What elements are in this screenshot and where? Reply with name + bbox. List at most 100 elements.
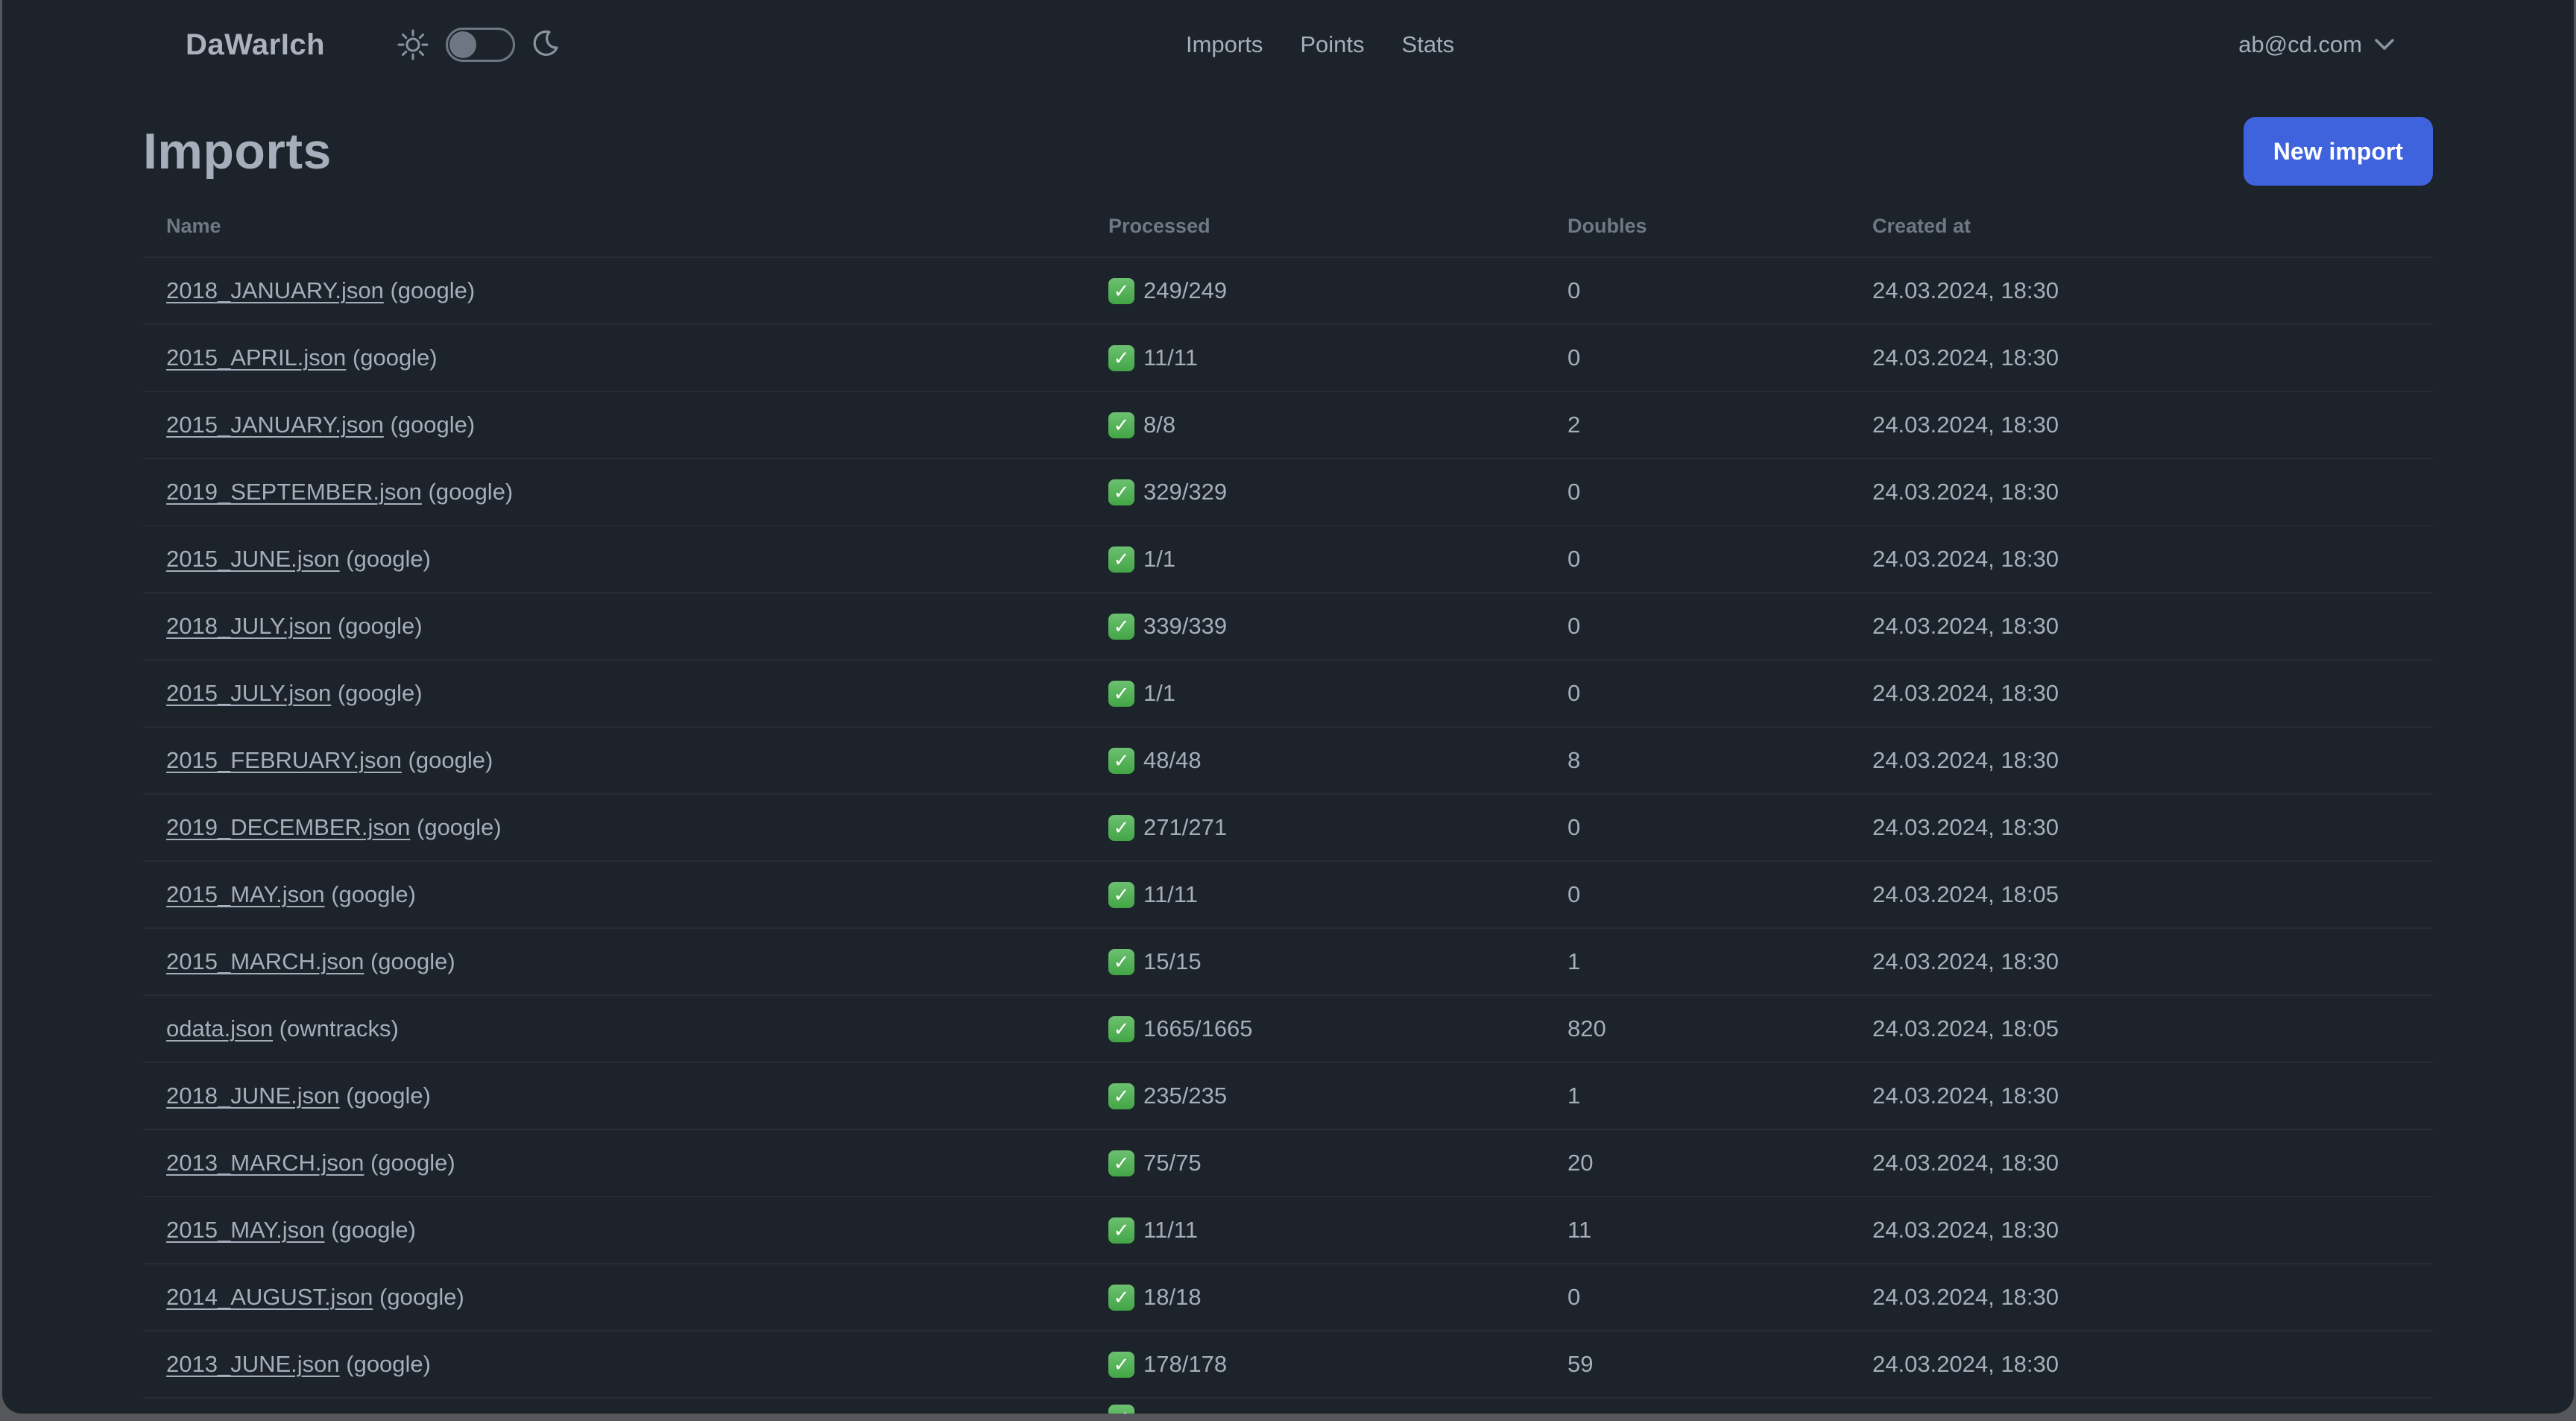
doubles-cell: 0 <box>1568 613 1581 639</box>
import-file-link[interactable]: 2013_JUNE.json <box>166 1351 340 1377</box>
success-check-icon: ✓ <box>1108 546 1134 573</box>
import-source-label: (google) <box>324 1217 416 1243</box>
created-at-cell: 24.03.2024, 18:30 <box>1872 344 2059 371</box>
created-at-cell: 24.03.2024, 18:30 <box>1872 948 2059 974</box>
table-row: odata.json (owntracks) ✓ 1665/1665 820 24.03… <box>143 995 2433 1062</box>
import-file-link[interactable]: 2019_DECEMBER.json <box>166 814 410 840</box>
doubles-cell: 0 <box>1568 277 1581 303</box>
nav-item-points[interactable]: Points <box>1300 31 1364 58</box>
import-name-cell: odata.json (owntracks) <box>143 1015 1108 1042</box>
doubles-cell: 0 <box>1568 546 1581 572</box>
import-name-cell: 2015_FEBRUARY.json (google) <box>143 747 1108 774</box>
doubles-cell: 0 <box>1568 680 1581 706</box>
imports-table-body: 2018_JANUARY.json (google) ✓ 249/249 0 24.03… <box>143 256 2433 1414</box>
import-name-cell: 2019_SEPTEMBER.json (google) <box>143 479 1108 505</box>
processed-count: 329/329 <box>1143 479 1228 505</box>
import-file-link[interactable]: 2015_JUNE.json <box>166 546 340 572</box>
column-header-processed: Processed <box>1108 214 1210 237</box>
import-file-link[interactable]: 2015_MAY.json <box>166 1217 325 1243</box>
processed-cell: ✓ 339/339 <box>1108 613 1568 640</box>
success-check-icon: ✓ <box>1108 412 1134 438</box>
processed-count: 178/178 <box>1143 1351 1228 1377</box>
created-at-cell: 24.03.2024, 18:30 <box>1872 613 2059 639</box>
table-row: 2014_AUGUST.json (google) ✓ 18/18 0 24.03.20… <box>143 1263 2433 1330</box>
import-file-link[interactable]: 2018_JULY.json <box>166 613 331 639</box>
page-title: Imports <box>143 123 332 180</box>
processed-cell: ✓ 329/329 <box>1108 479 1568 505</box>
import-name-cell: 2015_APRIL.json (google) <box>143 344 1108 371</box>
top-navigation-bar: DaWarIch Imports Points Stats ab@cd.com <box>2 0 2574 89</box>
nav-item-imports[interactable]: Imports <box>1186 31 1263 58</box>
import-name-cell: 2018_JANUARY.json (google) <box>143 277 1108 304</box>
processed-cell: ✓ 48/48 <box>1108 747 1568 774</box>
import-name-cell: 2015_MARCH.json (google) <box>143 948 1108 975</box>
processed-count: 48/48 <box>1143 747 1202 773</box>
import-name-cell: 2018_JUNE.json (google) <box>143 1083 1108 1109</box>
import-file-link[interactable]: 2015_JULY.json <box>166 680 331 706</box>
import-file-link[interactable]: 2014_AUGUST.json <box>166 1284 373 1310</box>
import-file-link[interactable]: 2018_JUNE.json <box>166 1083 340 1109</box>
new-import-button[interactable]: New import <box>2243 117 2433 186</box>
import-file-link[interactable]: 2015_APRIL.json <box>166 344 346 371</box>
import-name-cell: 2013_MARCH.json (google) <box>143 1150 1108 1176</box>
created-at-cell: 24.03.2024, 18:05 <box>1872 1015 2059 1042</box>
import-file-link[interactable]: 2013_MARCH.json <box>166 1150 364 1176</box>
created-at-cell: 24.03.2024, 18:30 <box>1872 814 2059 840</box>
processed-count: 339/339 <box>1143 613 1228 639</box>
account-menu[interactable]: ab@cd.com <box>2238 31 2395 58</box>
success-check-icon: ✓ <box>1108 277 1134 304</box>
table-row: 2015_JULY.json (google) ✓ 1/1 0 24.03.2024, … <box>143 659 2433 726</box>
processed-count: 249/249 <box>1143 277 1228 303</box>
theme-toggle-switch[interactable] <box>446 28 516 62</box>
table-row: 2013_MARCH.json (google) ✓ 75/75 20 24.03.20… <box>143 1129 2433 1196</box>
app-logo[interactable]: DaWarIch <box>186 28 325 62</box>
processed-cell: ✓ 11/11 <box>1108 344 1568 371</box>
import-source-label: (owntracks) <box>273 1015 399 1042</box>
processed-cell: ✓ <box>1108 1399 1568 1414</box>
import-file-link[interactable]: 2015_FEBRUARY.json <box>166 747 402 773</box>
table-row: 2015_MARCH.json (google) ✓ 15/15 1 24.03.202… <box>143 927 2433 995</box>
import-file-link[interactable]: odata.json <box>166 1015 273 1042</box>
table-row-partial: ✓ <box>143 1397 2433 1414</box>
import-source-label: (google) <box>401 747 493 773</box>
import-source-label: (google) <box>339 1083 431 1109</box>
success-check-icon: ✓ <box>1108 1405 1134 1414</box>
processed-cell: ✓ 11/11 <box>1108 881 1568 908</box>
created-at-cell: 24.03.2024, 18:30 <box>1872 277 2059 303</box>
nav-item-stats[interactable]: Stats <box>1402 31 1455 58</box>
import-file-link[interactable]: 2015_MAY.json <box>166 881 325 907</box>
doubles-cell: 0 <box>1568 881 1581 907</box>
doubles-cell: 0 <box>1568 479 1581 505</box>
success-check-icon: ✓ <box>1108 344 1134 371</box>
import-name-cell: 2013_JUNE.json (google) <box>143 1351 1108 1378</box>
import-file-link[interactable]: 2018_JANUARY.json <box>166 277 384 303</box>
import-source-label: (google) <box>324 881 416 907</box>
success-check-icon: ✓ <box>1108 1351 1134 1378</box>
import-name-cell: 2015_JUNE.json (google) <box>143 546 1108 573</box>
import-source-label: (google) <box>331 613 423 639</box>
doubles-cell: 11 <box>1568 1217 1592 1243</box>
table-row: 2013_JUNE.json (google) ✓ 178/178 59 24.03.2… <box>143 1330 2433 1397</box>
page-container: Imports New import Name Processed Double… <box>143 107 2433 1414</box>
app-window: DaWarIch Imports Points Stats ab@cd.com … <box>2 0 2574 1414</box>
account-email: ab@cd.com <box>2238 31 2362 57</box>
table-row: 2015_JUNE.json (google) ✓ 1/1 0 24.03.2024, … <box>143 525 2433 592</box>
doubles-cell: 20 <box>1568 1150 1594 1176</box>
import-name-cell: 2015_JANUARY.json (google) <box>143 412 1108 438</box>
created-at-cell: 24.03.2024, 18:30 <box>1872 1083 2059 1109</box>
created-at-cell: 24.03.2024, 18:30 <box>1872 1351 2059 1377</box>
import-file-link[interactable]: 2019_SEPTEMBER.json <box>166 479 422 505</box>
processed-cell: ✓ 178/178 <box>1108 1351 1568 1378</box>
processed-count: 75/75 <box>1143 1150 1202 1176</box>
processed-cell: ✓ 249/249 <box>1108 277 1568 304</box>
processed-cell: ✓ 75/75 <box>1108 1150 1568 1176</box>
import-file-link[interactable]: 2015_MARCH.json <box>166 948 364 974</box>
processed-count: 15/15 <box>1143 948 1202 974</box>
import-file-link[interactable]: 2015_JANUARY.json <box>166 412 384 438</box>
created-at-cell: 24.03.2024, 18:30 <box>1872 1284 2059 1310</box>
created-at-cell: 24.03.2024, 18:30 <box>1872 747 2059 773</box>
success-check-icon: ✓ <box>1108 747 1134 774</box>
doubles-cell: 8 <box>1568 747 1581 773</box>
table-row: 2018_JULY.json (google) ✓ 339/339 0 24.03.20… <box>143 592 2433 659</box>
toggle-knob <box>449 31 477 58</box>
